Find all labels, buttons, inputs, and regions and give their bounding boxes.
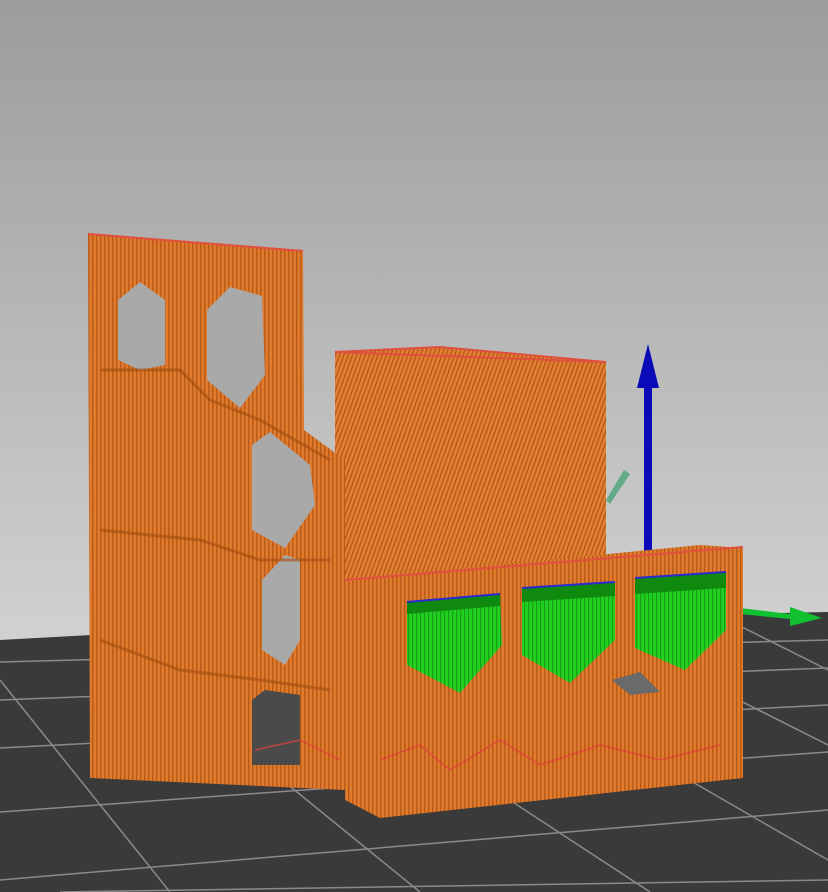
3d-preview-viewport[interactable] — [0, 0, 828, 892]
